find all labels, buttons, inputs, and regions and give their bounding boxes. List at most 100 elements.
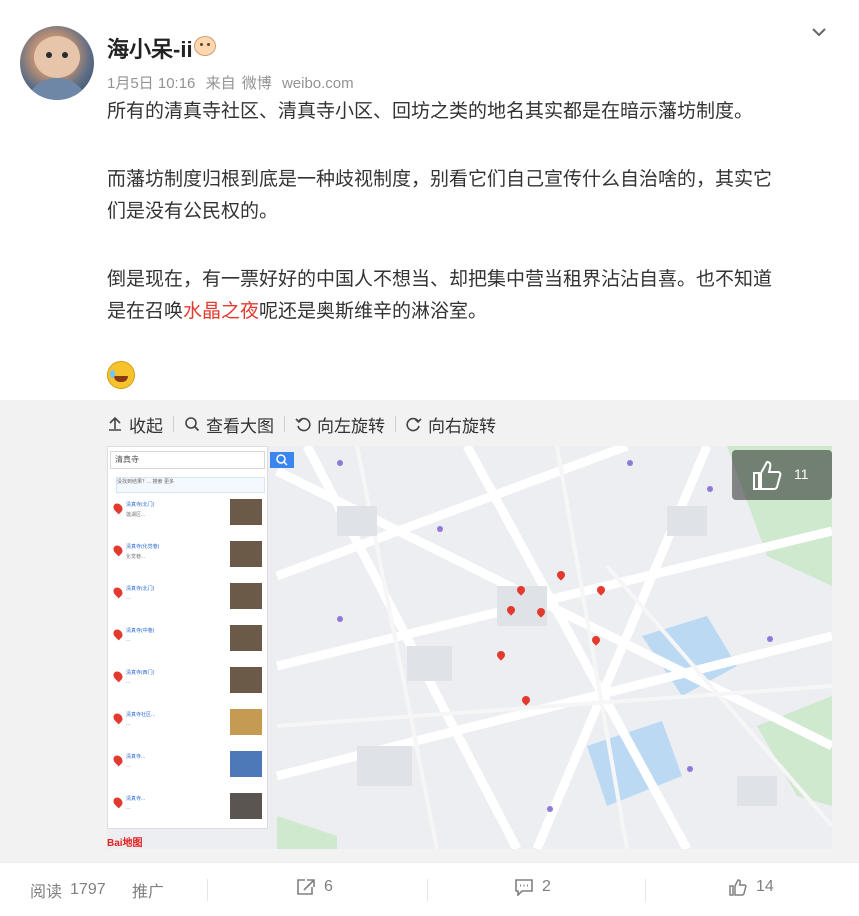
result-title: 清真寺... (126, 796, 146, 802)
result-pin-icon (111, 711, 125, 725)
result-thumbnail (230, 709, 262, 735)
rotate-right-icon (406, 417, 422, 432)
avatar[interactable] (20, 26, 94, 100)
map-result-item[interactable]: 清真寺... ... (111, 751, 264, 791)
result-pin-icon (111, 585, 125, 599)
map-result-item[interactable]: 清真寺社区... ... (111, 709, 264, 749)
rotate-left-label: 向左旋转 (317, 416, 385, 436)
result-title: 清真寺社区... (126, 712, 156, 718)
rotate-right-button[interactable]: 向右旋转 (406, 412, 496, 437)
toolbar-divider (173, 416, 174, 432)
result-title: 清真寺(化觉巷) (126, 544, 160, 550)
search-icon (185, 417, 200, 432)
post-footer: 阅读 1797 推广 6 2 14 (0, 862, 859, 916)
result-thumbnail (230, 583, 262, 609)
result-thumbnail (230, 625, 262, 651)
map-search-button[interactable] (270, 452, 294, 468)
map-result-item[interactable]: 清真寺(化觉巷) 化觉巷... (111, 541, 264, 581)
post-meta: 1月5日 10:16 来自 微博 weibo.com (107, 72, 354, 93)
rotate-right-label: 向右旋转 (428, 416, 496, 436)
result-address: ... (126, 637, 131, 643)
promote-button[interactable]: 推广 (132, 878, 164, 902)
map-result-item[interactable]: 清真寺(中巷) ... (111, 625, 264, 665)
result-pin-icon (111, 627, 125, 641)
result-address: ... (126, 805, 131, 811)
result-address: 莲湖区... (126, 512, 146, 518)
map-poi-icon (627, 460, 633, 466)
comment-count: 2 (542, 878, 551, 895)
read-value: 1797 (70, 881, 106, 898)
result-pin-icon (111, 753, 125, 767)
map-poi-icon (767, 636, 773, 642)
media-viewer: 收起 查看大图 向左旋转 向右旋转 清真寺 没找到结果？... 搜索 更多 清真… (0, 400, 859, 862)
map-result-item[interactable]: 清真寺(北门) ... (111, 583, 264, 623)
map-search-input[interactable]: 清真寺 (110, 451, 265, 469)
result-title: 清真寺(北门) (126, 502, 155, 508)
post-paragraph-1: 所有的清真寺社区、清真寺小区、回坊之类的地名其实都是在暗示藩坊制度。 (107, 101, 754, 122)
collapse-icon (109, 416, 121, 431)
map-poi-icon (707, 486, 713, 492)
avatar-face (34, 36, 80, 78)
map-poi-icon (337, 460, 343, 466)
view-large-label: 查看大图 (206, 416, 274, 436)
avatar-body (26, 78, 88, 100)
paragraph-text: 呢还是奥斯维辛的淋浴室。 (259, 301, 488, 322)
result-thumbnail (230, 793, 262, 819)
map-result-item[interactable]: 清真寺(西门) ... (111, 667, 264, 707)
result-thumbnail (230, 541, 262, 567)
collapse-label: 收起 (129, 416, 163, 436)
view-large-button[interactable]: 查看大图 (184, 412, 274, 437)
result-address: 化觉巷... (126, 554, 146, 560)
map-result-item[interactable]: 清真寺(北门) 莲湖区... (111, 499, 264, 539)
result-title: 清真寺(西门) (126, 670, 155, 676)
map-logo: Bai地图 (107, 838, 143, 849)
search-icon (276, 454, 288, 466)
result-thumbnail (230, 751, 262, 777)
share-button[interactable]: 6 (296, 878, 333, 896)
result-pin-icon (111, 543, 125, 557)
collapse-button[interactable]: 收起 (107, 412, 163, 437)
map-poi-icon (687, 766, 693, 772)
result-address: ... (126, 595, 131, 601)
topic-link[interactable]: 水晶之夜 (183, 301, 259, 322)
post-date[interactable]: 1月5日 10:16 (107, 75, 195, 92)
result-pin-icon (111, 669, 125, 683)
footer-divider (207, 879, 208, 901)
like-count: 14 (756, 878, 774, 895)
rotate-left-button[interactable]: 向左旋转 (295, 412, 385, 437)
chevron-down-icon[interactable] (812, 25, 826, 39)
thumbs-up-icon (753, 460, 782, 490)
post-paragraph-3-line-1: 倒是现在，有一票好好的中国人不想当、却把集中营当租界沾沾自喜。也不知道 (107, 269, 773, 290)
source-domain: weibo.com (281, 75, 354, 92)
result-thumbnail (230, 667, 262, 693)
result-address: ... (126, 721, 131, 727)
like-icon (729, 879, 747, 896)
map-poi-icon (337, 616, 343, 622)
avatar-eye (46, 52, 52, 58)
map-notice: 没找到结果？... 搜索 更多 (116, 477, 265, 493)
map-result-item[interactable]: 清真寺... ... (111, 793, 264, 833)
like-button[interactable]: 14 (728, 878, 774, 896)
rotate-left-icon (295, 417, 311, 432)
post-paragraph-2-line-2: 们是没有公民权的。 (107, 201, 279, 222)
vip-badge-icon[interactable] (194, 36, 216, 56)
read-count: 阅读 1797 (30, 878, 106, 902)
paragraph-text: 是在召唤 (107, 301, 184, 322)
map-image[interactable]: 清真寺 没找到结果？... 搜索 更多 清真寺(北门) 莲湖区... 清真寺(化… (107, 446, 832, 849)
post-paragraph-2-line-1: 而藩坊制度归根到底是一种歧视制度，别看它们自己宣传什么自治啥的，其实它 (107, 169, 773, 190)
image-like-count: 11 (794, 466, 809, 482)
footer-divider (427, 879, 428, 901)
footer-divider (645, 879, 646, 901)
comment-icon (515, 879, 533, 896)
map-poi-icon (547, 806, 553, 812)
comment-button[interactable]: 2 (514, 878, 551, 896)
source-app[interactable]: 微博 (242, 75, 272, 92)
username[interactable]: 海小呆-ii (107, 32, 193, 64)
image-like-button[interactable]: 11 (732, 450, 832, 500)
result-pin-icon (111, 501, 125, 515)
map-search-panel: 清真寺 没找到结果？... 搜索 更多 清真寺(北门) 莲湖区... 清真寺(化… (107, 446, 268, 829)
source-prefix: 来自 (205, 75, 236, 92)
toolbar-divider (395, 416, 396, 432)
result-title: 清真寺(中巷) (126, 628, 155, 634)
result-title: 清真寺(北门) (126, 586, 155, 592)
